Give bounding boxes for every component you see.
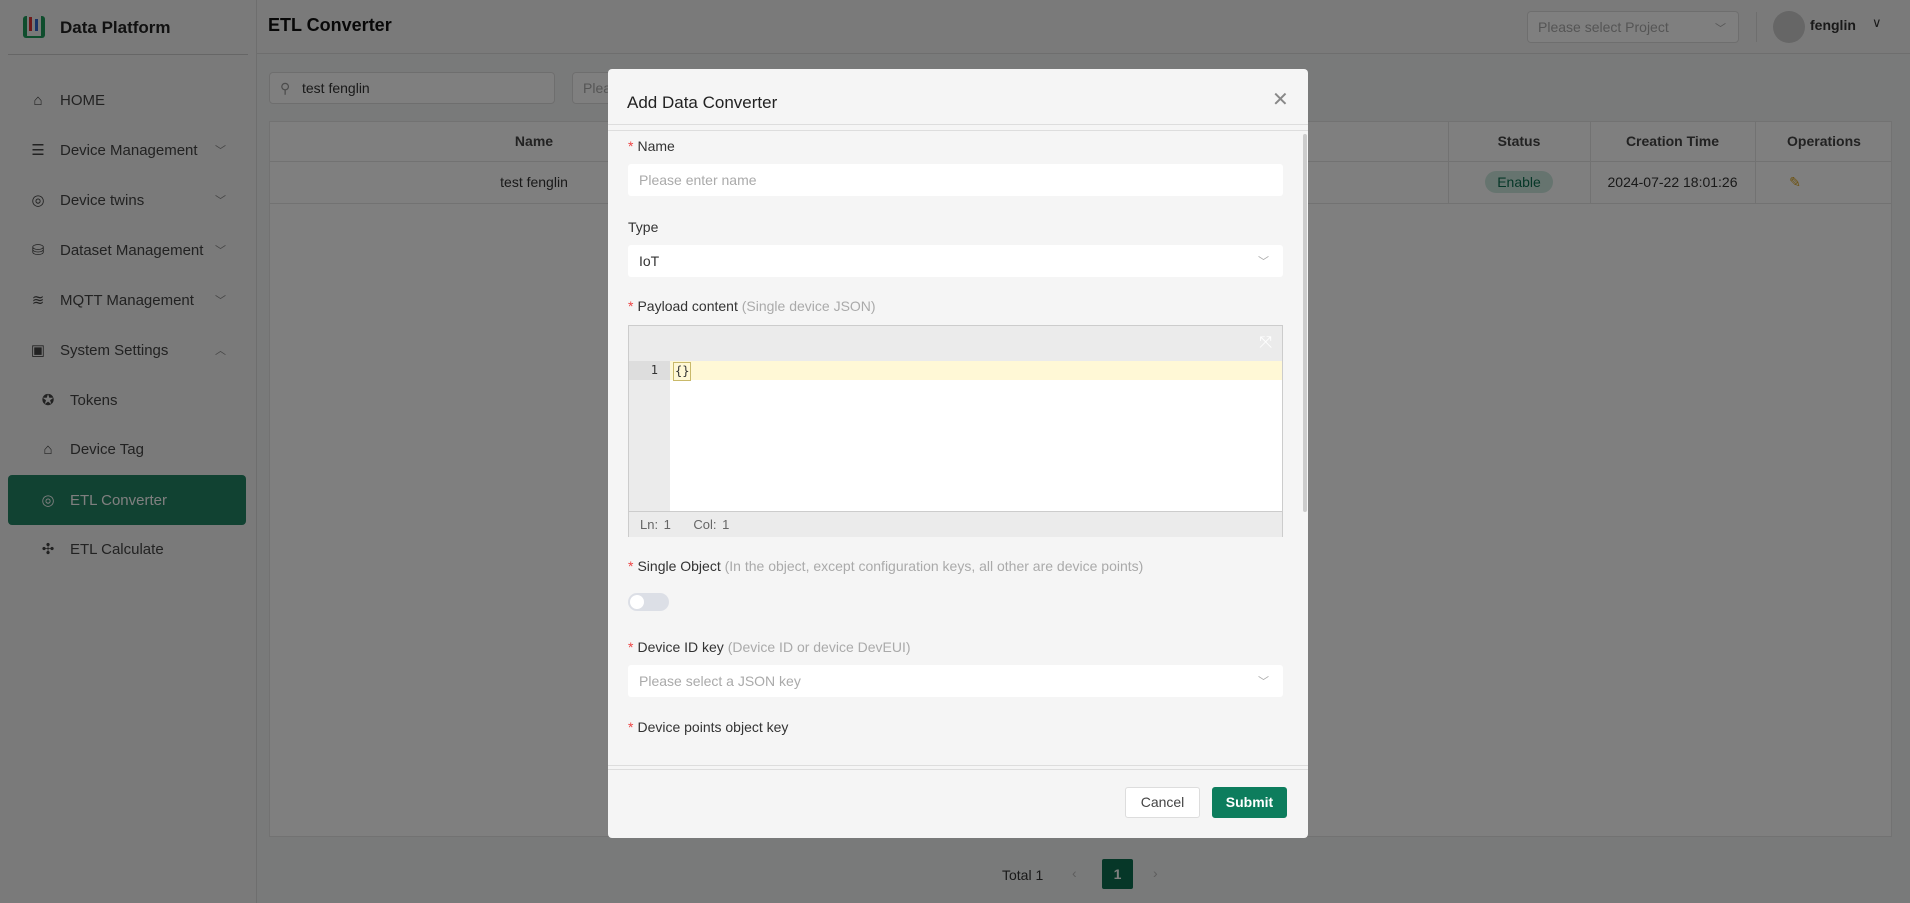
status-line: Ln: 1 (640, 517, 671, 532)
label-text: Payload content (637, 298, 738, 314)
add-data-converter-dialog: Add Data Converter ✕ * Name Please enter … (608, 69, 1308, 838)
close-icon[interactable]: ✕ (1272, 87, 1289, 112)
device-id-select[interactable]: Please select a JSON key ﹀ (628, 665, 1283, 697)
label-text: Device points object key (637, 719, 789, 735)
select-value: IoT (639, 253, 660, 269)
line-number: 1 (629, 361, 670, 380)
payload-label: * Payload content (Single device JSON) (628, 298, 876, 314)
single-object-label: * Single Object (In the object, except co… (628, 558, 1144, 574)
name-input[interactable]: Please enter name (628, 164, 1283, 196)
editor-toolbar: ⤧ (629, 326, 1282, 361)
device-id-label: * Device ID key (Device ID or device DevE… (628, 639, 911, 655)
type-select[interactable]: IoT ﹀ (628, 245, 1283, 277)
divider (608, 130, 1308, 131)
label-text: Name (637, 138, 675, 154)
label-text: Device ID key (637, 639, 724, 655)
placeholder: Please enter name (639, 172, 757, 188)
status-col: Col: 1 (693, 517, 730, 532)
divider (608, 765, 1308, 766)
label-hint: (Single device JSON) (741, 298, 876, 314)
chevron-down-icon: ﹀ (1258, 676, 1269, 688)
device-points-label: * Device points object key (628, 719, 789, 735)
scrollbar[interactable] (1303, 134, 1307, 512)
placeholder: Please select a JSON key (639, 673, 801, 689)
divider (608, 769, 1308, 770)
submit-button[interactable]: Submit (1212, 787, 1287, 818)
editor-code[interactable]: {} (673, 362, 692, 381)
label-hint: (Device ID or device DevEUI) (727, 639, 911, 655)
editor-statusbar: Ln: 1 Col: 1 (629, 511, 1282, 537)
json-editor[interactable]: ⤧ 1 {} Ln: 1 Col: 1 (628, 325, 1283, 537)
label-text: Single Object (637, 558, 721, 574)
name-label: * Name (628, 138, 675, 154)
label-hint: (In the object, except configuration key… (724, 558, 1144, 574)
dialog-title: Add Data Converter (627, 93, 778, 112)
cancel-button[interactable]: Cancel (1125, 787, 1200, 818)
editor-gutter (629, 361, 670, 511)
chevron-down-icon: ﹀ (1258, 256, 1269, 268)
type-label: Type (628, 219, 659, 235)
divider (608, 124, 1308, 125)
active-line (629, 361, 1282, 380)
single-object-toggle[interactable] (628, 593, 669, 611)
fullscreen-icon[interactable]: ⤧ (1259, 334, 1272, 352)
